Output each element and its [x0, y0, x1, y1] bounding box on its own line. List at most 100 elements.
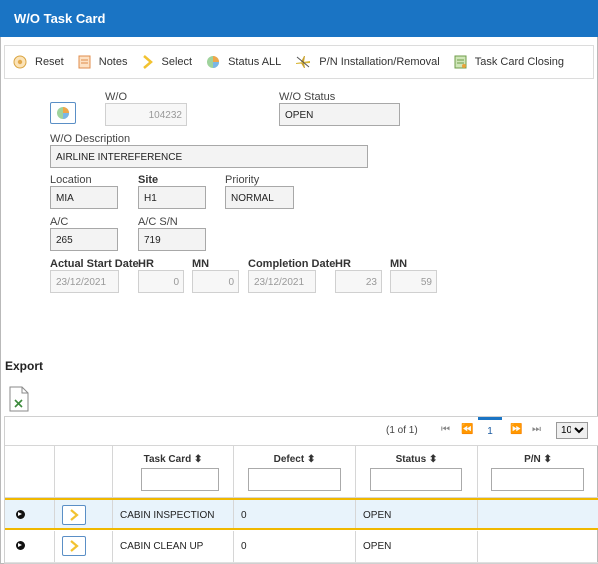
- paginator: (1 of 1) ⏮ ⏪ 1 ⏩ ⏭ 10: [5, 417, 598, 446]
- start-hr-field[interactable]: 0: [138, 270, 184, 293]
- defect-cell: 0: [234, 500, 356, 528]
- reset-label: Reset: [35, 56, 64, 68]
- ac-label: A/C: [50, 216, 69, 228]
- pn-installation-removal-button[interactable]: P/N Installation/Removal: [295, 55, 440, 69]
- start-mn-label: MN: [192, 258, 210, 270]
- previous-page-icon[interactable]: ⏪: [461, 424, 473, 435]
- defect-column-header[interactable]: Defect ⬍: [234, 446, 356, 498]
- excel-export-icon: [9, 386, 29, 412]
- wo-description-field[interactable]: AIRLINE INTEREFERENCE: [50, 145, 368, 168]
- start-mn-field[interactable]: 0: [192, 270, 239, 293]
- row-expand-icon[interactable]: [16, 510, 25, 519]
- select-chevron-icon: [142, 55, 153, 69]
- wo-description-label: W/O Description: [50, 133, 131, 145]
- sort-icon[interactable]: ⬍: [307, 454, 315, 465]
- toolbar: Reset Notes Select Status ALL P/N Instal…: [4, 45, 594, 79]
- pn-filter-input[interactable]: [491, 468, 584, 491]
- status-filter-input[interactable]: [370, 468, 462, 491]
- pn-installation-removal-label: P/N Installation/Removal: [319, 56, 440, 68]
- pn-header-label: P/N: [524, 454, 541, 465]
- sort-icon[interactable]: ⬍: [194, 454, 202, 465]
- row-select-button[interactable]: [62, 505, 86, 525]
- reset-button[interactable]: Reset: [13, 55, 64, 69]
- closing-icon: [454, 55, 467, 69]
- task-card-header-label: Task Card: [143, 454, 192, 465]
- pn-cell: [478, 500, 598, 528]
- next-page-icon[interactable]: ⏩: [510, 424, 522, 435]
- task-card-cell: CABIN INSPECTION: [113, 500, 234, 528]
- task-card-filter-input[interactable]: [141, 468, 219, 491]
- priority-label: Priority: [225, 174, 260, 186]
- completion-mn-field[interactable]: 59: [390, 270, 437, 293]
- defect-cell: 0: [234, 531, 356, 562]
- completion-date-label: Completion Date: [248, 258, 336, 270]
- notes-button[interactable]: Notes: [78, 55, 128, 69]
- toggler-cell: [5, 500, 55, 528]
- grid-header: Task Card ⬍ Defect ⬍ Status ⬍ P/N ⬍: [5, 446, 598, 498]
- completion-date-field[interactable]: 23/12/2021: [248, 270, 316, 293]
- reset-icon: [13, 55, 27, 69]
- pn-cell: [478, 531, 598, 562]
- notes-icon: [78, 55, 91, 69]
- pie-chart-icon: [57, 107, 69, 119]
- task-card-closing-label: Task Card Closing: [474, 56, 565, 68]
- status-all-button[interactable]: Status ALL: [206, 55, 281, 69]
- toggler-cell: [5, 531, 55, 562]
- toggler-column-header: [5, 446, 55, 498]
- site-field[interactable]: H1: [138, 186, 206, 209]
- table-row[interactable]: CABIN CLEAN UP 0 OPEN: [5, 531, 598, 563]
- status-column-header[interactable]: Status ⬍: [356, 446, 478, 498]
- location-field[interactable]: MIA: [50, 186, 118, 209]
- site-label: Site: [138, 174, 159, 186]
- location-label: Location: [50, 174, 92, 186]
- row-select-button[interactable]: [62, 536, 86, 556]
- actual-start-date-label: Actual Start Date: [50, 258, 139, 270]
- window-title: W/O Task Card: [0, 0, 598, 37]
- task-card-grid: (1 of 1) ⏮ ⏪ 1 ⏩ ⏭ 10 Task Card ⬍ Defect…: [4, 416, 598, 564]
- completion-hr-field[interactable]: 23: [335, 270, 382, 293]
- ac-field[interactable]: 265: [50, 228, 118, 251]
- priority-field[interactable]: NORMAL: [225, 186, 294, 209]
- select-chevron-icon: [70, 509, 79, 521]
- completion-mn-label: MN: [390, 258, 408, 270]
- ac-sn-field[interactable]: 719: [138, 228, 206, 251]
- task-card-closing-button[interactable]: Task Card Closing: [454, 55, 564, 69]
- select-label: Select: [161, 56, 193, 68]
- status-all-label: Status ALL: [228, 56, 282, 68]
- current-page-button[interactable]: 1: [478, 417, 502, 445]
- sort-icon[interactable]: ⬍: [429, 454, 437, 465]
- wo-status-field[interactable]: OPEN: [279, 103, 400, 126]
- ac-sn-label: A/C S/N: [138, 216, 178, 228]
- pn-column-header[interactable]: P/N ⬍: [478, 446, 598, 498]
- status-chart-button[interactable]: [50, 102, 76, 124]
- sort-icon[interactable]: ⬍: [544, 454, 552, 465]
- page-info: (1 of 1): [386, 425, 418, 436]
- page-size-select[interactable]: 10: [556, 422, 588, 439]
- task-card-column-header[interactable]: Task Card ⬍: [113, 446, 234, 498]
- select-button[interactable]: Select: [142, 55, 193, 69]
- row-expand-icon[interactable]: [16, 541, 25, 550]
- completion-hr-label: HR: [335, 258, 351, 270]
- table-row[interactable]: CABIN INSPECTION 0 OPEN: [5, 498, 598, 530]
- select-cell: [55, 531, 113, 562]
- pie-chart-icon: [207, 56, 220, 68]
- select-chevron-icon: [70, 540, 79, 552]
- actual-start-date-field[interactable]: 23/12/2021: [50, 270, 119, 293]
- defect-filter-input[interactable]: [248, 468, 341, 491]
- export-heading: Export: [5, 359, 44, 373]
- select-column-header: [55, 446, 113, 498]
- start-hr-label: HR: [138, 258, 154, 270]
- defect-header-label: Defect: [273, 454, 305, 465]
- last-page-icon[interactable]: ⏭: [532, 424, 541, 435]
- notes-label: Notes: [98, 56, 128, 68]
- wo-number-field[interactable]: 104232: [105, 103, 187, 126]
- task-card-cell: CABIN CLEAN UP: [113, 531, 234, 562]
- status-cell: OPEN: [356, 500, 478, 528]
- select-cell: [55, 500, 113, 528]
- status-header-label: Status: [395, 454, 427, 465]
- wo-status-label: W/O Status: [279, 91, 336, 103]
- first-page-icon[interactable]: ⏮: [441, 424, 450, 435]
- wo-label: W/O: [105, 91, 127, 103]
- aircraft-icon: [296, 56, 311, 68]
- excel-export-button[interactable]: [9, 386, 29, 415]
